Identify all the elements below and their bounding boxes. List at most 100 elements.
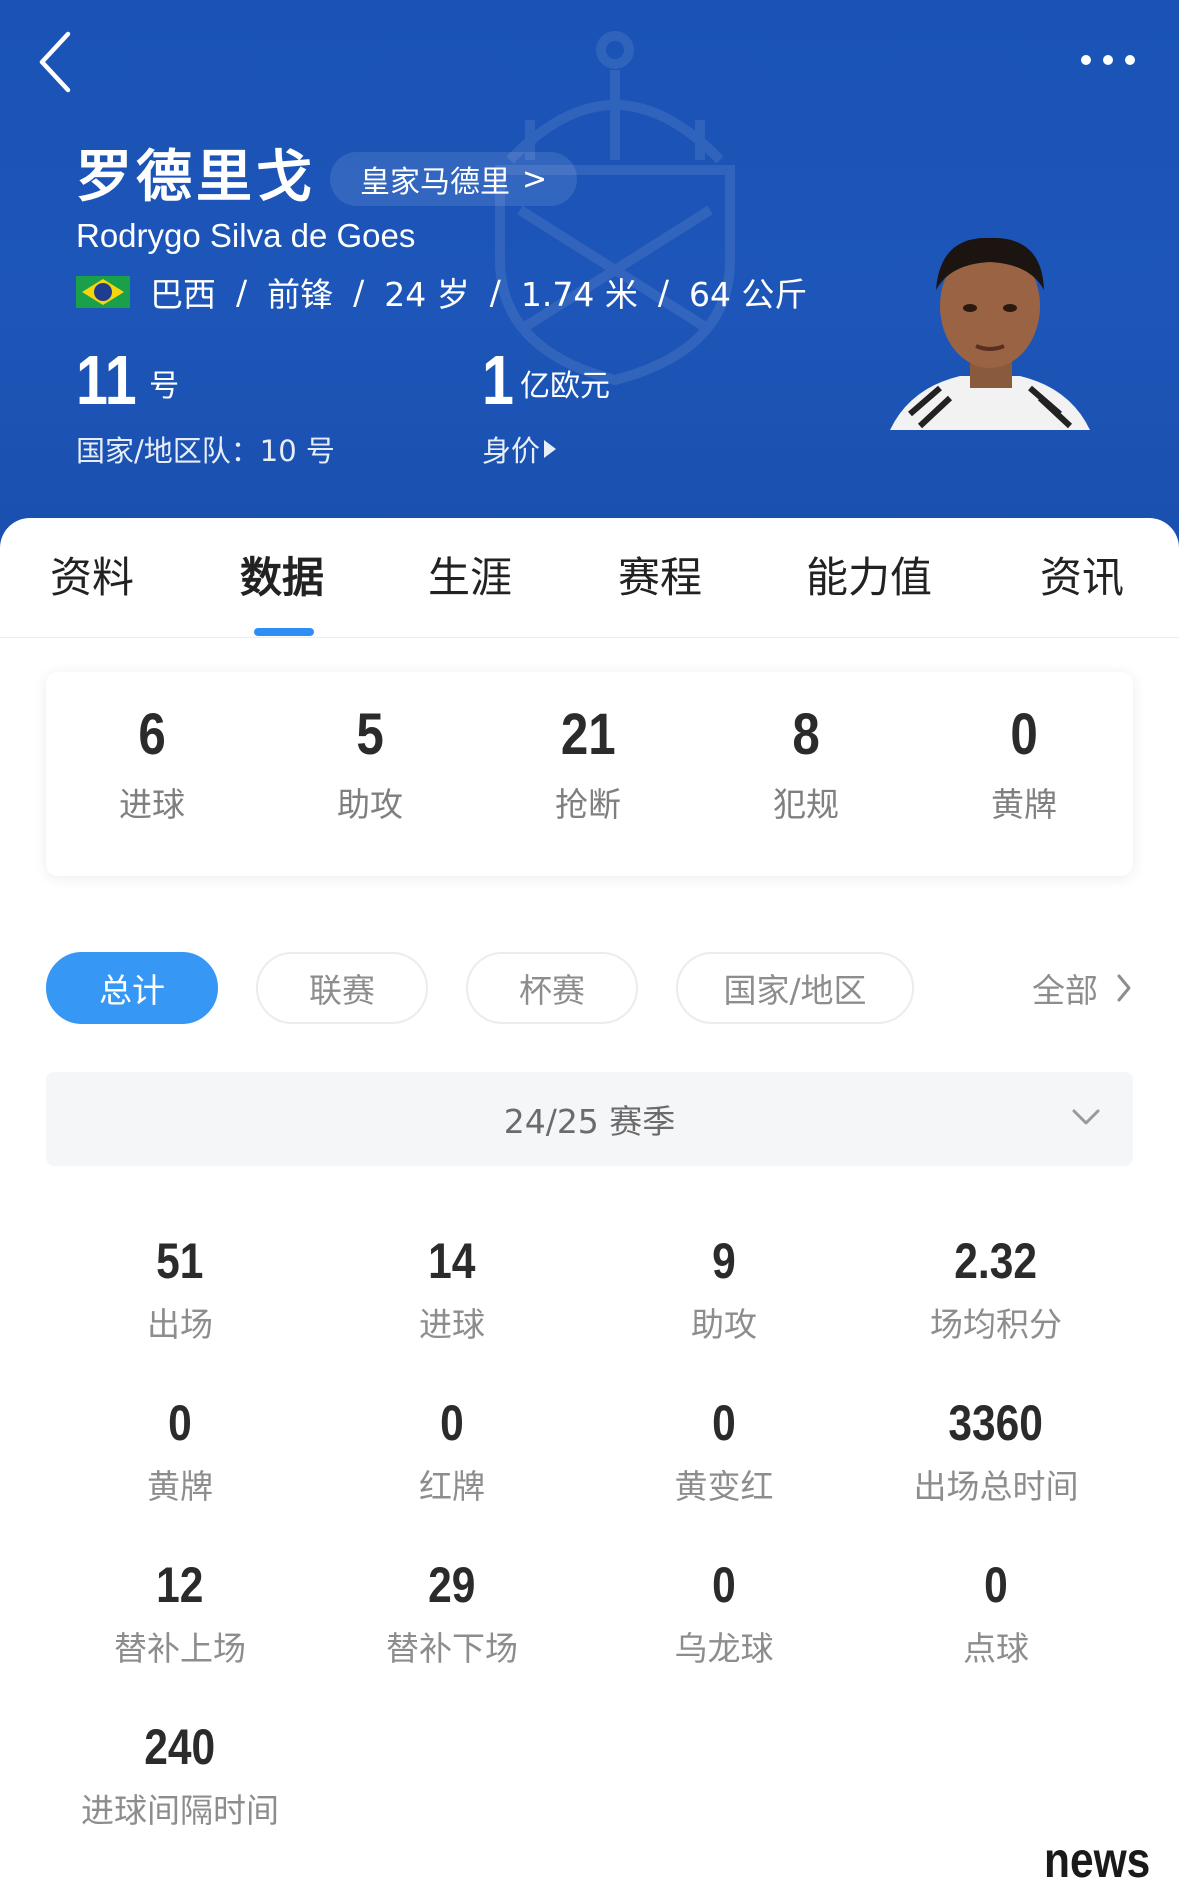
stat-item: 14 进球	[316, 1232, 588, 1346]
stat-label: 红牌	[419, 1467, 485, 1506]
tab-career[interactable]: 生涯	[428, 548, 512, 608]
stat-item: 51 出场	[44, 1232, 316, 1346]
weight: 64 公斤	[688, 275, 808, 314]
market-value-block[interactable]: 1 亿欧元 身价	[482, 342, 610, 470]
position: 前锋	[267, 275, 334, 314]
stat-value: 0	[712, 1395, 736, 1451]
stat-label: 进球	[419, 1305, 485, 1344]
market-value-label: 身价	[482, 434, 541, 468]
all-filters-label: 全部	[1032, 971, 1098, 1010]
stat-value: 0	[168, 1395, 192, 1451]
summary-item: 0 黄牌	[924, 702, 1124, 826]
club-label: 皇家马德里	[360, 165, 510, 200]
summary-label: 进球	[119, 785, 185, 824]
season-label: 24/25 赛季	[503, 1102, 676, 1141]
stat-label: 点球	[963, 1629, 1029, 1668]
summary-item: 5 助攻	[270, 702, 470, 826]
player-info-row: 巴西 / 前锋 / 24 岁 / 1.74 米 / 64 公斤	[76, 272, 807, 314]
more-dot-icon	[1103, 55, 1113, 65]
separator: /	[657, 272, 669, 312]
stat-item: 29 替补下场	[316, 1556, 588, 1670]
stat-label: 黄变红	[674, 1467, 774, 1506]
market-value-unit: 亿欧元	[520, 369, 611, 404]
shirt-number-block: 11 号 国家/地区队：10 号	[76, 342, 335, 470]
stat-item: 0 黄牌	[44, 1394, 316, 1508]
tab-ability[interactable]: 能力值	[806, 548, 932, 608]
stat-label: 进球间隔时间	[81, 1791, 279, 1830]
stat-value: 14	[428, 1233, 476, 1289]
stat-value: 2.32	[954, 1233, 1038, 1289]
player-header: 罗德里戈 皇家马德里 > Rodrygo Silva de Goes 巴西 / …	[0, 0, 1179, 560]
age: 24 岁	[384, 275, 470, 314]
active-tab-indicator	[254, 628, 314, 636]
stat-item: 9 助攻	[588, 1232, 860, 1346]
summary-item: 6 进球	[52, 702, 252, 826]
stat-item: 0 黄变红	[588, 1394, 860, 1508]
stat-value: 240	[144, 1719, 216, 1775]
separator: /	[236, 272, 248, 312]
stat-label: 乌龙球	[674, 1629, 774, 1668]
filter-league-button[interactable]: 联赛	[256, 952, 428, 1024]
more-options-button[interactable]	[1060, 40, 1156, 80]
player-photo	[890, 237, 1090, 430]
stat-label: 替补上场	[114, 1629, 246, 1668]
summary-value: 21	[560, 702, 616, 767]
shirt-number-unit: 号	[149, 369, 180, 404]
national-team-number: 国家/地区队：10 号	[76, 434, 335, 468]
chevron-left-icon	[39, 31, 71, 93]
club-link-button[interactable]: 皇家马德里 >	[330, 152, 578, 206]
tab-stats[interactable]: 数据	[240, 548, 324, 608]
stat-item: 12 替补上场	[44, 1556, 316, 1670]
stat-value: 0	[712, 1557, 736, 1613]
caret-right-icon	[544, 440, 557, 458]
separator: /	[489, 272, 501, 312]
stat-value: 12	[156, 1557, 204, 1613]
news-watermark: news	[1044, 1832, 1151, 1888]
stat-label: 出场	[147, 1305, 213, 1344]
tab-bar: 资料 数据 生涯 赛程 能力值 资讯	[0, 518, 1179, 638]
chevron-right-icon: >	[522, 161, 548, 197]
stat-label: 黄牌	[147, 1467, 213, 1506]
stat-item: 0 点球	[860, 1556, 1132, 1670]
stat-label: 助攻	[691, 1305, 757, 1344]
stat-value: 51	[156, 1233, 204, 1289]
tab-news[interactable]: 资讯	[1040, 548, 1124, 608]
summary-item: 21 抢断	[488, 702, 688, 826]
stat-item: 240 进球间隔时间	[44, 1718, 316, 1832]
filter-cup-button[interactable]: 杯赛	[466, 952, 638, 1024]
chevron-right-icon	[1117, 974, 1131, 1002]
all-filters-link[interactable]: 全部	[1032, 962, 1132, 1014]
summary-label: 黄牌	[991, 785, 1057, 824]
chevron-down-icon	[1072, 1109, 1100, 1125]
nationality: 巴西	[150, 275, 216, 314]
stat-label: 替补下场	[386, 1629, 518, 1668]
filter-total-button[interactable]: 总计	[46, 952, 218, 1024]
stat-item: 2.32 场均积分	[860, 1232, 1132, 1346]
stat-item: 0 红牌	[316, 1394, 588, 1508]
market-value-number: 1	[482, 341, 514, 419]
stat-value: 0	[984, 1557, 1008, 1613]
stat-label: 场均积分	[930, 1305, 1062, 1344]
season-selector[interactable]: 24/25 赛季	[46, 1072, 1133, 1166]
summary-label: 犯规	[773, 785, 839, 824]
tab-profile[interactable]: 资料	[50, 548, 134, 608]
summary-value: 5	[356, 702, 384, 767]
more-dot-icon	[1125, 55, 1135, 65]
summary-item: 8 犯规	[706, 702, 906, 826]
summary-value: 8	[792, 702, 820, 767]
summary-value: 0	[1010, 702, 1038, 767]
stat-value: 3360	[948, 1395, 1044, 1451]
stat-item: 0 乌龙球	[588, 1556, 860, 1670]
summary-label: 抢断	[555, 785, 621, 824]
back-button[interactable]	[30, 26, 90, 96]
filter-national-button[interactable]: 国家/地区	[676, 952, 914, 1024]
stat-value: 9	[712, 1233, 736, 1289]
height: 1.74 米	[520, 275, 638, 314]
more-dot-icon	[1081, 55, 1091, 65]
shirt-number: 11	[76, 341, 137, 419]
summary-value: 6	[138, 702, 166, 767]
stat-label: 出场总时间	[913, 1467, 1079, 1506]
tab-schedule[interactable]: 赛程	[618, 548, 702, 608]
player-name-en: Rodrygo Silva de Goes	[76, 217, 416, 254]
stat-item: 3360 出场总时间	[860, 1394, 1132, 1508]
